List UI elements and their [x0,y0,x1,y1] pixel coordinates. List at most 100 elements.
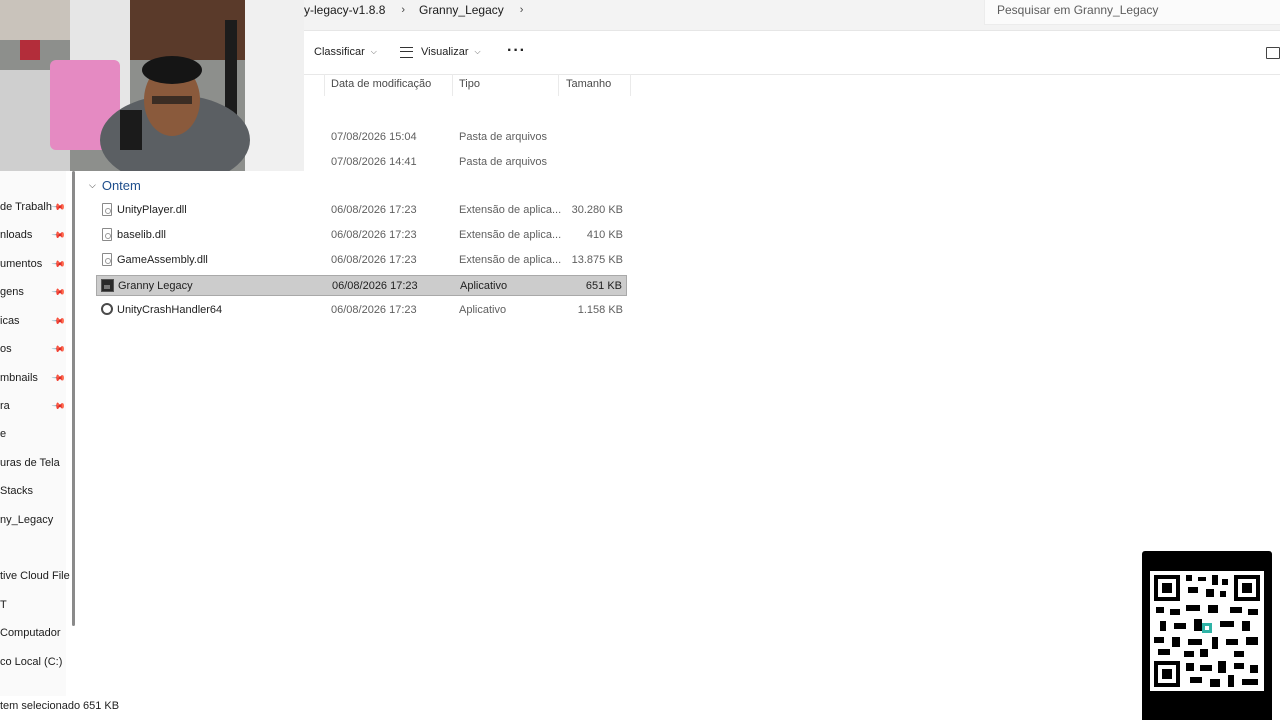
column-header-date[interactable]: Data de modificação [331,78,431,96]
file-size: 13.875 KB [571,254,623,266]
file-date: 07/08/2026 14:41 [331,156,417,168]
file-size: 651 KB [585,280,622,292]
navigation-pane: de Trabalh 📌 nloads 📌 umentos 📌 gens 📌 i… [0,171,70,696]
group-header[interactable]: ⌵ Ontem [89,178,141,193]
view-icon [400,46,413,58]
dll-file-icon [102,253,112,266]
chevron-down-icon: ⌵ [89,180,96,190]
sidebar-item-label: ra [0,400,10,412]
view-button[interactable]: Visualizar ⌵ [400,46,481,58]
file-name: GameAssembly.dll [117,254,208,266]
sidebar-item-label: Stacks [0,485,34,497]
search-input[interactable]: Pesquisar em Granny_Legacy [984,0,1280,25]
column-header-type[interactable]: Tipo [459,78,480,96]
file-type: Extensão de aplica... [459,229,562,241]
pin-icon: 📌 [51,370,67,386]
file-date: 06/08/2026 17:23 [332,280,418,292]
file-type: Pasta de arquivos [459,156,548,168]
file-name: baselib.dll [117,229,166,241]
sidebar-item-label: os [0,343,12,355]
sidebar-item-label: Computador [0,627,61,639]
sidebar-item-screenshots[interactable]: uras de Tela [0,457,60,469]
file-row[interactable]: UnityPlayer.dll 06/08/2026 17:23 Extensã… [96,200,627,221]
sidebar-item-label: ny_Legacy [0,514,54,526]
file-type: Aplicativo [460,280,508,292]
sidebar-item-downloads[interactable]: nloads [0,229,32,241]
file-size: 1.158 KB [577,304,623,316]
sidebar-item-label: uras de Tela [0,457,60,469]
column-separator[interactable] [452,74,453,96]
sidebar-item-label: nloads [0,229,33,241]
chevron-right-icon[interactable]: › [510,0,538,22]
webcam-overlay [0,0,304,171]
column-separator[interactable] [630,74,631,96]
pin-icon: 📌 [51,398,67,414]
pin-icon: 📌 [51,284,67,300]
sort-button[interactable]: ↓ Classificar ⌵ [298,46,377,58]
file-date: 06/08/2026 17:23 [331,254,417,266]
sidebar-item-label: umentos [0,258,43,270]
column-separator[interactable] [558,74,559,96]
file-type: Aplicativo [459,304,507,316]
app-icon [101,279,114,292]
unity-icon [101,303,113,315]
column-separator[interactable] [324,74,325,96]
sidebar-item-creative-cloud[interactable]: tive Cloud File [0,570,70,582]
sidebar-item-label: mbnails [0,372,38,384]
file-type: Extensão de aplica... [459,204,562,216]
file-type: Extensão de aplica... [459,254,562,266]
chevron-down-icon: ⌵ [474,47,481,56]
file-row-selected[interactable]: Granny Legacy 06/08/2026 17:23 Aplicativ… [96,275,627,296]
view-label: Visualizar [421,46,469,58]
file-row[interactable]: baselib.dll 06/08/2026 17:23 Extensão de… [96,225,627,246]
more-options-button[interactable]: ··· [507,42,526,60]
dll-file-icon [102,228,112,241]
sidebar-item-this-pc[interactable]: Computador [0,627,61,639]
sort-label: Classificar [314,46,365,58]
file-name: Granny Legacy [118,280,193,292]
file-name: UnityCrashHandler64 [117,304,223,316]
sidebar-item-label: gens [0,286,24,298]
sidebar-item-label: de Trabalh [0,201,52,213]
sidebar-item-label: tive Cloud File [0,570,70,582]
webcam-image [0,0,304,171]
sidebar-item-stacks[interactable]: Stacks [0,485,33,497]
sidebar-item-network[interactable]: T [0,599,7,611]
column-header-size[interactable]: Tamanho [566,78,611,96]
file-type: Pasta de arquivos [459,131,548,143]
sidebar-item-folder[interactable]: ra [0,400,10,412]
sidebar-item-videos[interactable]: os [0,343,12,355]
sidebar-item-desktop[interactable]: de Trabalh [0,201,52,213]
sidebar-item-music[interactable]: icas [0,315,20,327]
qr-code-image [1150,571,1264,691]
sidebar-item-thumbnails[interactable]: mbnails [0,372,38,384]
sidebar-item-label: T [0,599,7,611]
group-label: Ontem [101,178,141,193]
breadcrumb-item-parent[interactable]: y-legacy-v1.8.8 [304,0,391,22]
status-selected-size: 651 KB [83,700,120,712]
file-row[interactable]: UnityCrashHandler64 06/08/2026 17:23 Apl… [96,300,627,321]
sidebar-item-folder[interactable]: e [0,428,6,440]
breadcrumb: y-legacy-v1.8.8 › Granny_Legacy › [304,0,537,22]
file-date: 07/08/2026 15:04 [331,131,417,143]
sidebar-item-label: icas [0,315,20,327]
sidebar-item-local-disk[interactable]: co Local (C:) [0,656,62,668]
details-pane-icon[interactable] [1266,47,1280,59]
chevron-right-icon[interactable]: › [391,0,419,22]
sidebar-item-granny-legacy[interactable]: ny_Legacy [0,514,53,526]
sidebar-item-label: e [0,428,7,440]
pin-icon: 📌 [51,313,67,329]
file-date: 06/08/2026 17:23 [331,204,417,216]
file-row[interactable]: GameAssembly.dll 06/08/2026 17:23 Extens… [96,250,627,271]
file-size: 30.280 KB [571,204,623,216]
sidebar-scrollbar[interactable] [72,171,75,626]
dll-file-icon [102,203,112,216]
pin-icon: 📌 [51,199,67,215]
status-bar: tem selecionado 651 KB [0,696,1140,720]
sidebar-item-documents[interactable]: umentos [0,258,42,270]
status-selected-count: tem selecionado [0,700,81,712]
sidebar-item-images[interactable]: gens [0,286,24,298]
breadcrumb-item-current[interactable]: Granny_Legacy [419,0,510,22]
sidebar-item-label: co Local (C:) [0,656,63,668]
pin-icon: 📌 [51,256,67,272]
